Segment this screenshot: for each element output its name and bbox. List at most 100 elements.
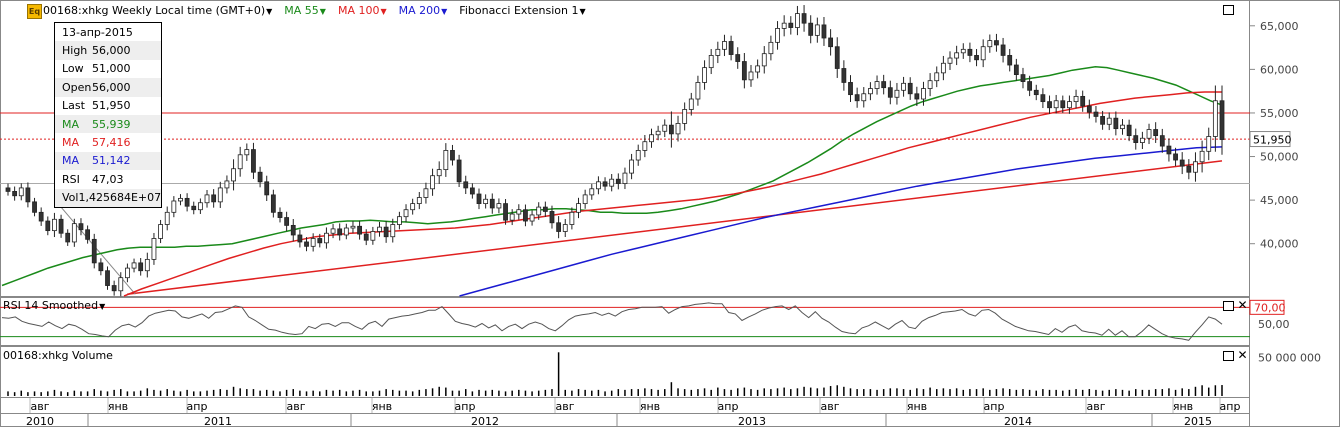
candle-body	[111, 285, 117, 292]
candle-body	[1166, 145, 1172, 155]
candle-body	[71, 223, 77, 243]
info-row: RSI 47,03	[55, 170, 161, 189]
candle-body	[569, 211, 575, 225]
candle-body	[443, 150, 449, 171]
candle-body	[954, 52, 960, 59]
candle-body	[1126, 124, 1132, 137]
candle-body	[1100, 116, 1105, 125]
rsi-pane-maximize-button[interactable]	[1223, 301, 1234, 311]
volume-pane[interactable]	[0, 346, 1250, 398]
volume-pane-title[interactable]: 00168:xhkg Volume	[3, 349, 113, 362]
price-tick-label: 40,000	[1260, 238, 1299, 251]
symbol-label: 00168:xhkg Weekly Local time (GMT+0)	[43, 3, 266, 17]
chart-canvas[interactable]: 65,000 60,000 55,000 50,000 45,000 40,000 51,9…	[0, 0, 1340, 427]
year-label: 2011	[204, 415, 232, 427]
candle-body	[78, 223, 84, 231]
month-label: янв	[1173, 400, 1193, 413]
candle-body	[144, 258, 150, 272]
candle-body	[184, 197, 190, 207]
month-label: апр	[984, 400, 1005, 413]
candle-body	[775, 28, 780, 43]
candle-body	[436, 169, 442, 177]
candle-body	[164, 211, 170, 225]
candle-body	[297, 234, 303, 243]
candle-body	[536, 206, 542, 216]
month-label: авг	[1086, 400, 1105, 413]
info-key: Low	[62, 62, 84, 76]
candle-body	[662, 124, 668, 132]
info-row: Low 51,000	[55, 59, 161, 79]
info-value: 51,142	[92, 154, 131, 168]
candle-body	[251, 149, 256, 173]
candle-body	[204, 194, 210, 204]
candle-body	[702, 67, 707, 83]
info-date: 13-апр-2015	[62, 25, 133, 39]
symbol-selector[interactable]: 00168:xhkg Weekly Local time (GMT+0)▼	[43, 4, 272, 17]
ma100-selector[interactable]: MA 100▼	[338, 4, 387, 17]
candle-body	[589, 188, 595, 196]
candle-body	[91, 238, 97, 264]
candle-body	[755, 65, 761, 73]
candle-body	[469, 187, 475, 195]
candle-body	[1020, 74, 1026, 82]
info-value: 51,000	[92, 62, 131, 76]
candle-body	[1179, 159, 1185, 167]
candle-body	[609, 178, 615, 187]
candle-body	[18, 187, 24, 197]
month-label: янв	[372, 400, 392, 413]
candle-body	[1113, 117, 1119, 130]
candle-body	[12, 191, 18, 197]
candle-body	[463, 181, 469, 189]
ma200-selector[interactable]: MA 200▼	[399, 4, 448, 17]
rsi-pane[interactable]	[0, 297, 1250, 346]
candle-body	[1040, 94, 1046, 103]
candle-body	[5, 187, 11, 192]
candle-body	[1033, 89, 1039, 96]
candle-body	[310, 238, 316, 247]
rsi-pane-close-button[interactable]: ✕	[1237, 299, 1248, 311]
candle-body	[622, 172, 628, 184]
candle-body	[688, 98, 694, 110]
candle-body	[947, 57, 953, 64]
candle-body	[914, 93, 920, 100]
candle-body	[1000, 44, 1006, 56]
month-label: янв	[640, 400, 660, 413]
year-label: 2014	[1004, 415, 1032, 427]
ma55-selector[interactable]: MA 55▼	[284, 4, 326, 17]
candle-body	[304, 241, 309, 247]
candle-body	[735, 54, 741, 62]
candle-body	[38, 211, 44, 222]
price-tick-label: 60,000	[1260, 63, 1299, 76]
candle-body	[231, 168, 236, 182]
candle-body	[814, 24, 820, 36]
price-pane[interactable]	[0, 0, 1250, 297]
eq-symbol-icon[interactable]: Eq	[27, 4, 42, 19]
info-value: 55,939	[92, 117, 131, 131]
candle-body	[503, 203, 508, 221]
candle-body	[821, 24, 827, 39]
price-pane-maximize-button[interactable]	[1223, 5, 1234, 15]
candle-body	[416, 197, 422, 205]
candle-body	[171, 200, 177, 213]
volume-pane-maximize-button[interactable]	[1223, 351, 1234, 361]
volume-pane-close-button[interactable]: ✕	[1237, 349, 1248, 361]
candle-body	[974, 55, 979, 61]
candle-body	[330, 228, 336, 234]
candle-body	[1067, 101, 1072, 109]
candle-body	[781, 22, 787, 29]
candle-body	[715, 48, 721, 56]
candle-body	[596, 181, 601, 190]
chart-toolbar: 00168:xhkg Weekly Local time (GMT+0)▼ MA…	[43, 2, 586, 18]
candle-body	[582, 194, 588, 205]
chevron-down-icon: ▼	[380, 6, 387, 16]
candle-body	[450, 150, 455, 161]
rsi-pane-title[interactable]: RSI 14 Smoothed▼	[3, 299, 105, 312]
info-key: Open	[62, 80, 92, 94]
candle-body	[841, 68, 847, 83]
candle-body	[695, 82, 701, 100]
volume-tick-label: 50 000 000	[1258, 352, 1321, 365]
ma200-label: MA 200	[398, 3, 441, 17]
chevron-down-icon: ▼	[266, 6, 273, 16]
candle-body	[1060, 100, 1066, 109]
fib-selector[interactable]: Fibonacci Extension 1▼	[459, 4, 585, 17]
